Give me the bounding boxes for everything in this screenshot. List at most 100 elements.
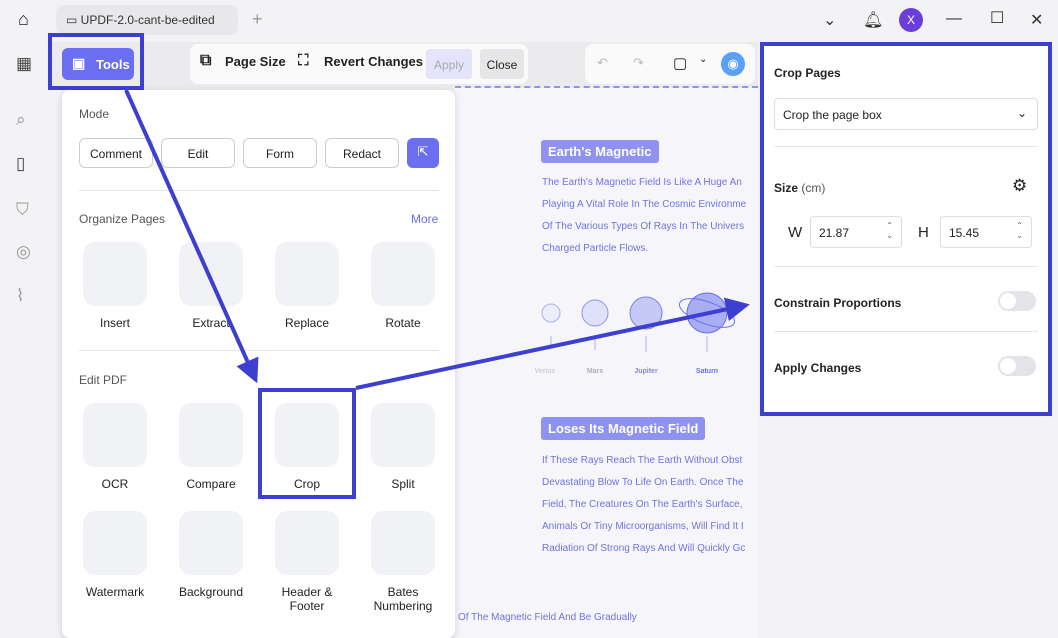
height-input[interactable]: 15.45 ⌃⌄ bbox=[940, 216, 1032, 248]
stepper-icon[interactable]: ⌃⌄ bbox=[886, 221, 893, 241]
bell-icon[interactable]: 🔔︎ bbox=[863, 10, 883, 30]
bookmark-icon[interactable]: ⛉ bbox=[16, 200, 29, 220]
redo-icon[interactable]: ↷ bbox=[633, 55, 644, 71]
revert-icon: ⛶ bbox=[298, 52, 309, 69]
background-icon[interactable] bbox=[179, 511, 243, 575]
tab-title: UPDF-2.0-cant-be-edited bbox=[81, 13, 215, 27]
crop-mode-select[interactable]: Crop the page box ⌄ bbox=[774, 98, 1038, 130]
new-tab-icon[interactable]: + bbox=[252, 9, 263, 30]
organize-pages-label: Organize Pages bbox=[79, 212, 165, 226]
divider bbox=[774, 331, 1038, 332]
page-size-button[interactable]: Page Size bbox=[225, 54, 286, 69]
divider bbox=[79, 350, 439, 351]
form-mode-button[interactable]: Form bbox=[243, 138, 317, 168]
header-footer-icon[interactable] bbox=[275, 511, 339, 575]
more-link[interactable]: More bbox=[411, 212, 438, 226]
watermark-label: Watermark bbox=[67, 585, 163, 599]
home-icon[interactable]: ⌂ bbox=[18, 9, 29, 30]
mode-label: Mode bbox=[79, 107, 109, 121]
gear-icon[interactable]: ⚙ bbox=[1012, 176, 1027, 196]
insert-icon[interactable] bbox=[83, 242, 147, 306]
tools-label: Tools bbox=[96, 57, 130, 72]
apply-changes-label: Apply Changes bbox=[774, 361, 861, 375]
label-mars: Mars bbox=[575, 368, 615, 375]
maximize-icon[interactable]: ☐ bbox=[990, 8, 1004, 28]
text-line: Field, The Creatures On The Earth's Surf… bbox=[542, 494, 758, 516]
document-page: Earth's Magnetic The Earth's Magnetic Fi… bbox=[455, 88, 758, 638]
tools-panel: Mode Comment Edit Form Redact ⇱ Organize… bbox=[62, 90, 455, 638]
width-label: W bbox=[788, 224, 802, 241]
crop-pages-panel: Crop Pages Crop the page box⌄ Size (cm) … bbox=[760, 42, 1052, 416]
ocr-icon[interactable] bbox=[83, 403, 147, 467]
rotate-label: Rotate bbox=[355, 316, 451, 330]
attachment-icon[interactable]: ⌇ bbox=[16, 286, 24, 306]
ai-assistant-icon[interactable]: ◉ bbox=[721, 52, 745, 76]
bates-numbering-icon[interactable] bbox=[371, 511, 435, 575]
search-icon[interactable]: ⌕ bbox=[16, 110, 26, 130]
text-line: The Earth's Magnetic Field Is Like A Hug… bbox=[542, 172, 758, 194]
bates-numbering-label: Bates Numbering bbox=[371, 585, 435, 613]
insert-label: Insert bbox=[67, 316, 163, 330]
comment-icon: ▭ bbox=[66, 13, 81, 27]
chat-icon[interactable]: ◎ bbox=[16, 242, 31, 262]
left-sidebar: ▦ ⌕ ▯ ⛉ ◎ ⌇ bbox=[0, 40, 52, 638]
tools-icon: ▣ bbox=[72, 55, 85, 72]
close-button[interactable]: Close bbox=[480, 49, 524, 79]
minimize-icon[interactable]: — bbox=[946, 10, 962, 28]
crop-pages-title: Crop Pages bbox=[774, 66, 841, 80]
text-line: If These Rays Reach The Earth Without Ob… bbox=[542, 450, 758, 472]
chevron-down-icon: ⌄ bbox=[1017, 106, 1027, 120]
crop-highlight bbox=[258, 388, 356, 499]
avatar[interactable]: X bbox=[899, 8, 923, 32]
divider bbox=[774, 266, 1038, 267]
size-label: Size bbox=[774, 181, 798, 195]
header-footer-label: Header & Footer bbox=[279, 585, 335, 613]
tools-button[interactable]: ▣ Tools bbox=[62, 48, 134, 80]
width-input[interactable]: 21.87 ⌃⌄ bbox=[810, 216, 902, 248]
edit-mode-button[interactable]: Edit bbox=[161, 138, 235, 168]
close-window-icon[interactable]: ✕ bbox=[1030, 10, 1043, 30]
stepper-icon[interactable]: ⌃⌄ bbox=[1016, 221, 1023, 241]
compare-label: Compare bbox=[163, 477, 259, 491]
rotate-icon[interactable] bbox=[371, 242, 435, 306]
label-jupiter: Jupiter bbox=[626, 368, 666, 375]
watermark-icon[interactable] bbox=[83, 511, 147, 575]
size-unit: (cm) bbox=[801, 181, 825, 195]
text-line: Devastating Blow To Life On Earth. Once … bbox=[542, 472, 758, 494]
chevron-down-icon[interactable]: ⌄ bbox=[823, 10, 836, 30]
page-icon[interactable]: ▯ bbox=[16, 154, 25, 174]
width-value: 21.87 bbox=[819, 226, 849, 240]
compare-icon[interactable] bbox=[179, 403, 243, 467]
mars-planet bbox=[582, 300, 608, 326]
text-line: Of The Magnetic Field And Be Gradually bbox=[458, 607, 637, 629]
save-icon[interactable]: ▢ bbox=[673, 54, 687, 72]
comment-mode-button[interactable]: Comment bbox=[79, 138, 153, 168]
heading-loses-magnetic-field: Loses Its Magnetic Field bbox=[541, 417, 705, 440]
revert-changes-button[interactable]: Revert Changes bbox=[324, 54, 423, 69]
height-value: 15.45 bbox=[949, 226, 979, 240]
document-tab[interactable]: ▭ UPDF-2.0-cant-be-edited bbox=[56, 5, 238, 35]
open-external-icon[interactable]: ⇱ bbox=[407, 138, 439, 168]
crop-mode-value: Crop the page box bbox=[783, 108, 882, 122]
replace-icon[interactable] bbox=[275, 242, 339, 306]
height-label: H bbox=[918, 224, 929, 241]
crop-toolbar: ⧉ Page Size ⛶ Revert Changes Apply Close bbox=[190, 44, 528, 84]
text-line: Radiation Of Strong Rays And Will Quickl… bbox=[542, 538, 758, 560]
undo-icon[interactable]: ↶ bbox=[597, 55, 608, 71]
chevron-down-icon[interactable]: ⌄ bbox=[699, 54, 707, 65]
label-saturn: Saturn bbox=[687, 368, 727, 375]
split-label: Split bbox=[355, 477, 451, 491]
extract-label: Extract bbox=[163, 316, 259, 330]
jupiter-planet bbox=[630, 297, 662, 329]
apply-button[interactable]: Apply bbox=[426, 49, 472, 79]
edit-pdf-label: Edit PDF bbox=[79, 373, 127, 387]
apps-icon[interactable]: ▦ bbox=[16, 54, 32, 74]
replace-label: Replace bbox=[259, 316, 355, 330]
apply-changes-toggle[interactable] bbox=[998, 356, 1036, 376]
redact-mode-button[interactable]: Redact bbox=[325, 138, 399, 168]
extract-icon[interactable] bbox=[179, 242, 243, 306]
heading-earths-magnetic: Earth's Magnetic bbox=[541, 140, 659, 163]
split-icon[interactable] bbox=[371, 403, 435, 467]
constrain-proportions-toggle[interactable] bbox=[998, 291, 1036, 311]
paragraph-2: If These Rays Reach The Earth Without Ob… bbox=[542, 450, 758, 560]
